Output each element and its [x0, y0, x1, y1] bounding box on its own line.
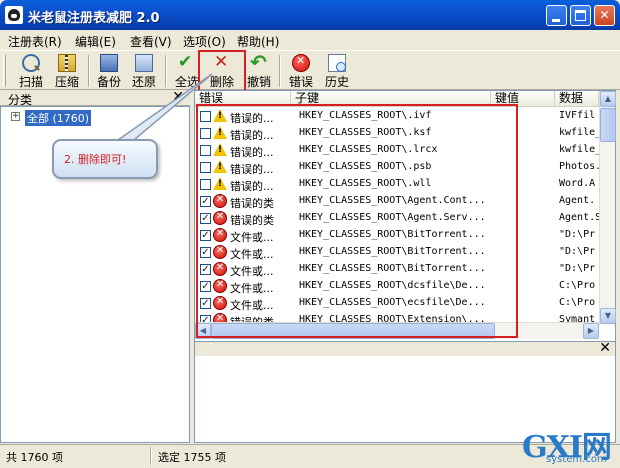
- restore-button[interactable]: 还原: [128, 52, 160, 90]
- history-label: 历史: [324, 75, 349, 89]
- menu-bar: 注册表(R) 编辑(E) 查看(V) 选项(O) 帮助(H): [0, 30, 620, 50]
- toolbar-separator: [88, 55, 90, 87]
- backup-label: 备份: [96, 75, 121, 89]
- column-data[interactable]: 数据: [555, 91, 599, 107]
- close-icon: ✕: [599, 8, 610, 22]
- undo-arrow-icon: [250, 50, 268, 74]
- restore-icon: [135, 54, 153, 72]
- errors-button[interactable]: 错误: [285, 52, 317, 90]
- cell-data: kwfile_: [559, 144, 599, 155]
- callout-text: 2. 删除即可!: [64, 153, 127, 166]
- compress-button[interactable]: 压缩: [50, 52, 84, 90]
- status-total: 共 1760 项: [6, 451, 63, 464]
- cell-data: Agent.: [559, 195, 596, 206]
- magnifier-icon: [22, 54, 40, 72]
- backup-button[interactable]: 备份: [94, 52, 124, 90]
- cell-data: Agent.S: [559, 212, 599, 223]
- maximize-icon: [575, 10, 586, 21]
- cell-data: Symant: [559, 314, 596, 322]
- cell-data: "D:\Pr: [559, 229, 596, 240]
- watermark-sub: system.com: [546, 454, 607, 465]
- window-title: 米老鼠注册表减肥 2.0: [28, 11, 160, 26]
- category-pane-header: 分类 ✕: [0, 89, 190, 107]
- detail-close-icon[interactable]: ✕: [599, 340, 611, 356]
- cell-data: IVFfil: [559, 110, 596, 121]
- scan-label: 扫描: [18, 75, 43, 89]
- undo-button[interactable]: 撤销: [244, 50, 274, 90]
- minimize-icon: [552, 19, 560, 22]
- compress-label: 压缩: [54, 75, 79, 89]
- cell-data: "D:\Pr: [559, 246, 596, 257]
- history-button[interactable]: 历史: [321, 52, 353, 90]
- status-selected: 选定 1755 项: [158, 451, 226, 464]
- backup-icon: [100, 54, 118, 72]
- cell-data: Photos.: [559, 161, 599, 172]
- undo-label: 撤销: [246, 75, 271, 89]
- scroll-down-icon[interactable]: ▼: [600, 308, 616, 324]
- menu-registry[interactable]: 注册表(R): [8, 33, 62, 50]
- errors-label: 错误: [288, 75, 313, 89]
- maximize-button[interactable]: [570, 5, 591, 26]
- detail-pane-header: ✕: [195, 340, 615, 356]
- vertical-scroll-thumb[interactable]: [600, 108, 616, 142]
- tree-expand-icon[interactable]: +: [11, 112, 20, 121]
- close-button[interactable]: ✕: [594, 5, 615, 26]
- app-mouse-icon: [5, 6, 23, 24]
- cell-data: C:\Pro: [559, 280, 596, 291]
- delete-highlight-box: [198, 50, 246, 92]
- archive-icon: [58, 54, 76, 72]
- toolbar-separator: [165, 55, 167, 87]
- error-icon: [292, 54, 310, 72]
- menu-edit[interactable]: 编辑(E): [75, 33, 116, 50]
- callout-bubble: 2. 删除即可!: [52, 139, 158, 179]
- list-highlight-box: [196, 104, 518, 338]
- cell-data: kwfile_: [559, 127, 599, 138]
- menu-options[interactable]: 选项(O): [183, 33, 226, 50]
- status-separator: [150, 447, 152, 465]
- scan-button[interactable]: 扫描: [14, 52, 48, 90]
- minimize-button[interactable]: [546, 5, 567, 26]
- watermark-logo: GXI网 system.com: [520, 420, 620, 468]
- toolbar-grip[interactable]: [3, 55, 6, 87]
- restore-label: 还原: [131, 75, 156, 89]
- menu-help[interactable]: 帮助(H): [237, 33, 279, 50]
- vertical-scrollbar[interactable]: ▲ ▼: [599, 91, 616, 325]
- scroll-up-icon[interactable]: ▲: [600, 91, 616, 107]
- menu-view[interactable]: 查看(V): [130, 33, 172, 50]
- toolbar-separator: [279, 55, 281, 87]
- cell-data: "D:\Pr: [559, 263, 596, 274]
- history-icon: [328, 54, 346, 72]
- title-bar: 米老鼠注册表减肥 2.0 ✕: [0, 0, 620, 30]
- cell-data: C:\Pro: [559, 297, 596, 308]
- checkmark-icon: [178, 52, 196, 72]
- tree-root-all[interactable]: 全部 (1760): [25, 110, 92, 126]
- category-close-icon[interactable]: ✕: [172, 89, 184, 105]
- scroll-right-icon[interactable]: ▶: [583, 323, 599, 339]
- toolbar: 扫描 压缩 备份 还原 全选 删除 撤销 错误 历史: [0, 50, 620, 90]
- cell-data: Word.A: [559, 178, 596, 189]
